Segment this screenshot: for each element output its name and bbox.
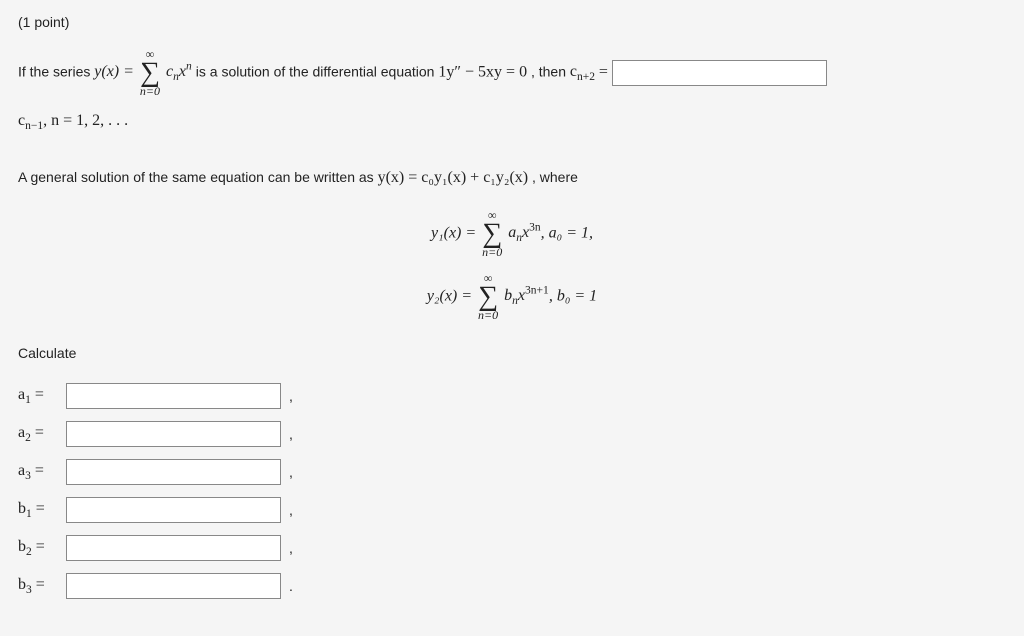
input-a1[interactable]: [66, 383, 281, 409]
label-b3: b3 =: [18, 576, 58, 596]
text-if-series: If the series: [18, 63, 94, 79]
y1-lhs: y₁(x) =: [431, 224, 480, 241]
punct-b1: ,: [289, 502, 293, 518]
input-b2[interactable]: [66, 535, 281, 561]
punct-a1: ,: [289, 388, 293, 404]
label-b1: b1 =: [18, 500, 58, 520]
input-a3[interactable]: [66, 459, 281, 485]
y1-definition: y₁(x) = ∞ ∑ n=0 anx3n, a₀ = 1,: [18, 209, 1006, 258]
sigma-y1: ∞ ∑ n=0: [482, 209, 502, 258]
label-b2: b2 =: [18, 538, 58, 558]
series-statement: If the series y(x) = ∞ ∑ n=0 cnxn is a s…: [18, 48, 1006, 97]
y2-definition: y₂(x) = ∞ ∑ n=0 bnx3n+1, b₀ = 1: [18, 272, 1006, 321]
y1-term: anx3n: [508, 224, 540, 241]
sigma-symbol: ∑: [478, 284, 498, 309]
punct-a2: ,: [289, 426, 293, 442]
points-label: (1 point): [18, 14, 1006, 30]
y1-tail: , a₀ = 1,: [541, 224, 593, 241]
input-b1[interactable]: [66, 497, 281, 523]
text-is-solution: is a solution of the differential equati…: [196, 63, 439, 79]
row-b2: b2 = ,: [18, 535, 1006, 561]
series-term: cnxn: [166, 63, 192, 80]
series-yofx: y(x) =: [94, 63, 138, 80]
sigma-symbol: ∑: [140, 60, 160, 85]
sigma-series: ∞ ∑ n=0: [140, 48, 160, 97]
general-solution-line: A general solution of the same equation …: [18, 160, 1006, 195]
row-a3: a3 = ,: [18, 459, 1006, 485]
row-a1: a1 = ,: [18, 383, 1006, 409]
sigma-symbol: ∑: [482, 221, 502, 246]
cn-tail-rest: , n = 1, 2, . . .: [43, 112, 128, 129]
punct-a3: ,: [289, 464, 293, 480]
row-a2: a2 = ,: [18, 421, 1006, 447]
y2-tail: , b₀ = 1: [549, 287, 597, 304]
problem-container: (1 point) If the series y(x) = ∞ ∑ n=0 c…: [0, 0, 1024, 636]
diff-eq: 1y″ − 5xy = 0: [438, 63, 527, 80]
text-then: , then: [531, 63, 570, 79]
label-a2: a2 =: [18, 424, 58, 444]
row-b1: b1 = ,: [18, 497, 1006, 523]
cn-minus-1: cn−1: [18, 112, 43, 129]
equals: =: [599, 63, 612, 80]
where-text: , where: [532, 169, 578, 185]
punct-b2: ,: [289, 540, 293, 556]
input-cn2[interactable]: [612, 60, 827, 86]
y2-lhs: y₂(x) =: [427, 287, 476, 304]
input-b3[interactable]: [66, 573, 281, 599]
input-a2[interactable]: [66, 421, 281, 447]
calculate-label: Calculate: [18, 345, 1006, 361]
row-b3: b3 = .: [18, 573, 1006, 599]
sigma-bottom: n=0: [482, 246, 502, 258]
sigma-y2: ∞ ∑ n=0: [478, 272, 498, 321]
recur-cn2: cn+2: [570, 63, 595, 80]
general-eq: y(x) = c₀y₁(x) + c₁y₂(x): [378, 169, 529, 186]
label-a1: a1 =: [18, 386, 58, 406]
punct-b3: .: [289, 578, 293, 594]
sigma-bottom: n=0: [140, 85, 160, 97]
cn-tail-line: cn−1, n = 1, 2, . . .: [18, 103, 1006, 140]
general-text: A general solution of the same equation …: [18, 169, 378, 185]
y2-term: bnx3n+1: [504, 287, 549, 304]
label-a3: a3 =: [18, 462, 58, 482]
sigma-bottom: n=0: [478, 309, 498, 321]
